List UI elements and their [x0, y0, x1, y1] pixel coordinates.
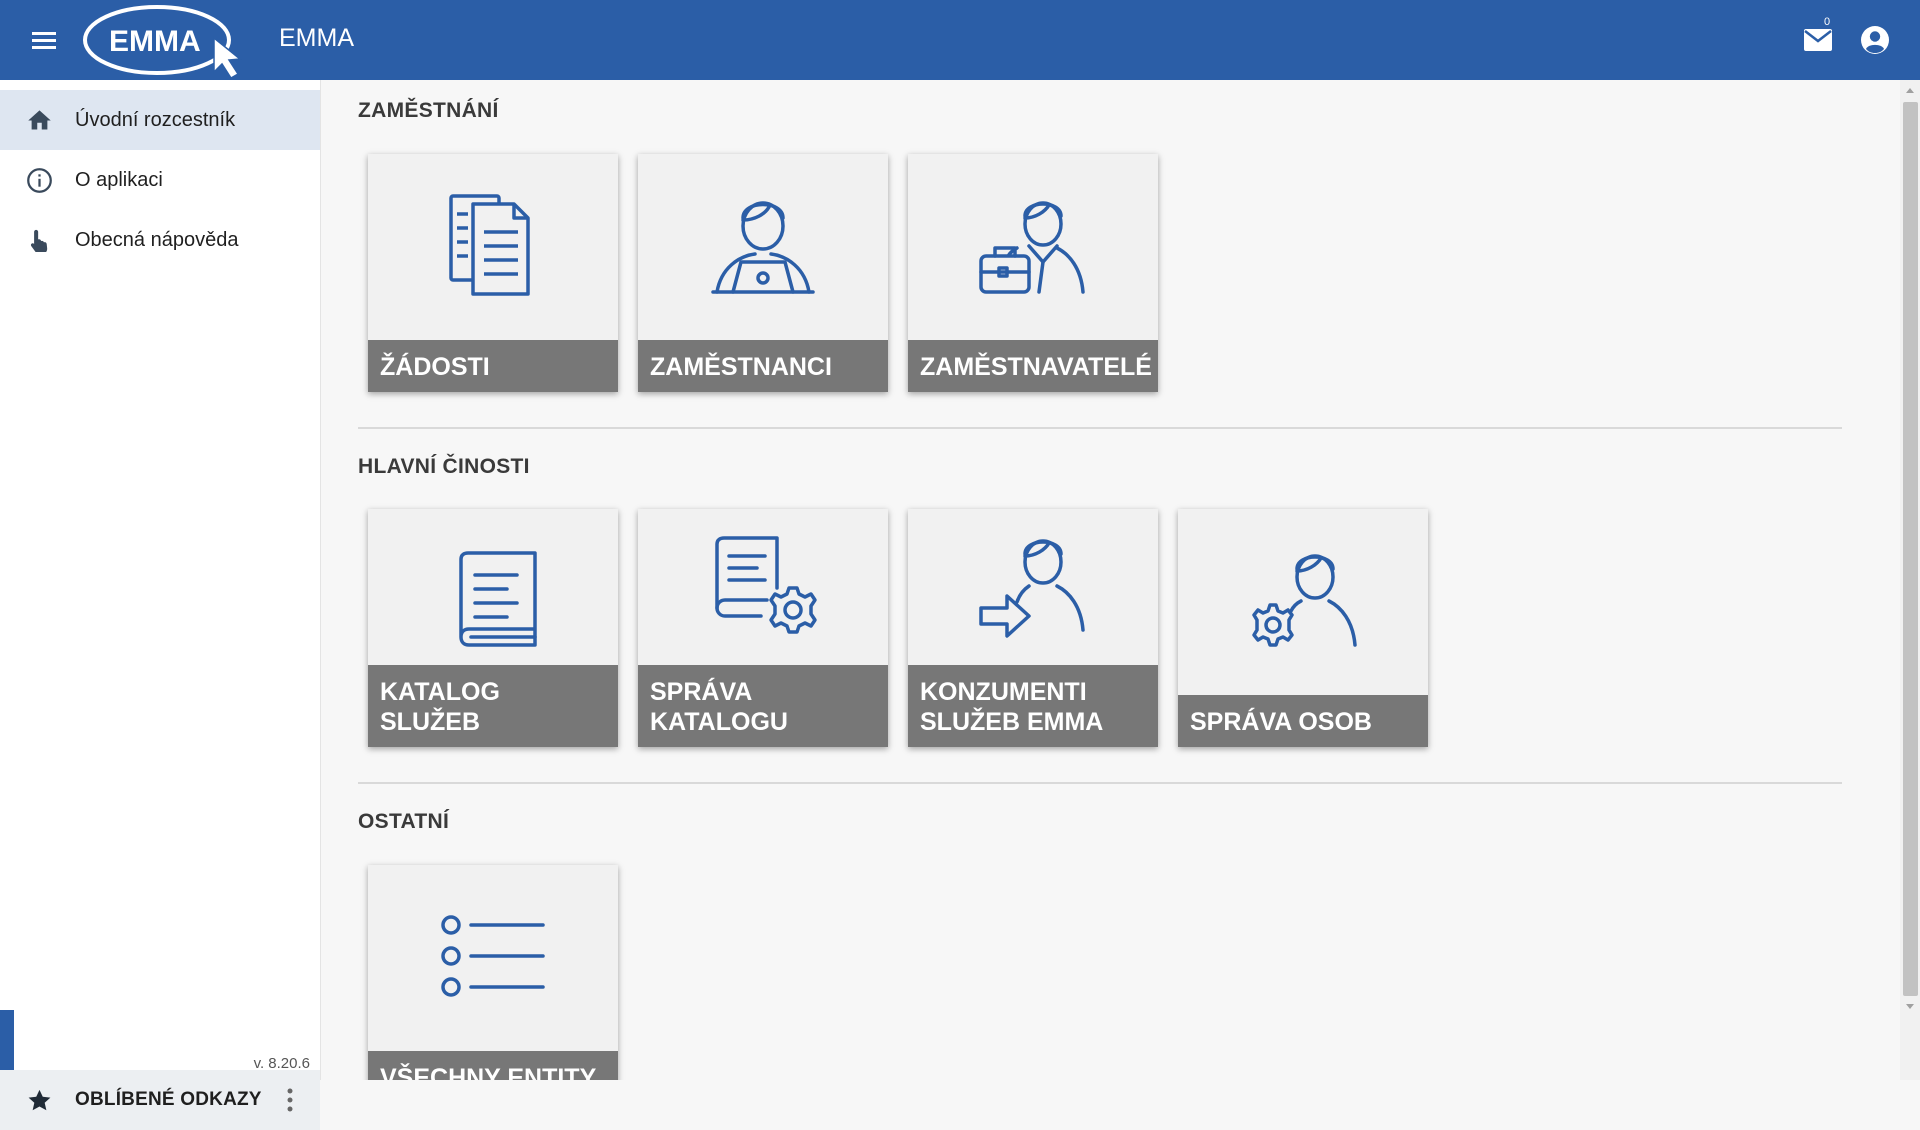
tile-label: SPRÁVA KATALOGU: [638, 665, 888, 747]
scroll-down-arrow-icon[interactable]: [1905, 1003, 1915, 1011]
favorites-bar[interactable]: OBLÍBENÉ ODKAZY: [0, 1070, 320, 1130]
tile-katalog-sluzeb[interactable]: KATALOG SLUŽEB: [368, 509, 618, 747]
sidebar-item-home[interactable]: Úvodní rozcestník: [0, 90, 320, 150]
person-arrow-icon: [908, 509, 1158, 661]
tile-label: ZAMĚSTNANCI: [638, 340, 888, 392]
account-icon[interactable]: [1860, 25, 1890, 55]
tile-zadosti[interactable]: ŽÁDOSTI: [368, 154, 618, 392]
mail-count-badge: 0: [1824, 16, 1831, 28]
touch-hand-icon: [30, 229, 48, 252]
tile-vsechny-entity[interactable]: VŠECHNY ENTITY: [368, 865, 618, 1080]
sidebar-item-label: O aplikaci: [75, 169, 163, 191]
home-icon: [28, 110, 51, 130]
tile-label: KONZUMENTI SLUŽEB EMMA: [908, 665, 1158, 747]
sidebar-item-help[interactable]: Obecná nápověda: [0, 210, 320, 270]
section-title: ZAMĚSTNÁNÍ: [358, 99, 499, 122]
tile-sprava-katalogu[interactable]: SPRÁVA KATALOGU: [638, 509, 888, 747]
sidebar: Úvodní rozcestník O aplikaci Obecná nápo…: [0, 80, 321, 1130]
section-divider: [358, 427, 1842, 429]
section-title: OSTATNÍ: [358, 810, 450, 833]
tile-label: VŠECHNY ENTITY: [368, 1051, 618, 1080]
catalog-settings-icon: [638, 509, 888, 661]
more-vertical-icon[interactable]: [285, 1086, 295, 1114]
section-divider: [358, 782, 1842, 784]
tile-label: KATALOG SLUŽEB: [368, 665, 618, 747]
star-icon: [28, 1089, 51, 1111]
tile-konzumenti-sluzeb[interactable]: KONZUMENTI SLUŽEB EMMA: [908, 509, 1158, 747]
top-app-bar: EMMA EMMA 0: [0, 0, 1920, 80]
scroll-up-arrow-icon[interactable]: [1905, 86, 1915, 94]
info-icon: [27, 168, 52, 193]
logo-text: EMMA: [109, 25, 201, 58]
tile-zamestnavatele[interactable]: ZAMĚSTNAVATELÉ: [908, 154, 1158, 392]
employer-briefcase-icon: [908, 154, 1158, 336]
person-settings-icon: [1178, 509, 1428, 691]
section-title: HLAVNÍ ČINOSTI: [358, 455, 530, 478]
catalog-book-icon: [368, 509, 618, 691]
emma-logo[interactable]: EMMA: [82, 2, 257, 80]
app-title: EMMA: [279, 24, 354, 52]
sidebar-item-label: Úvodní rozcestník: [75, 109, 236, 131]
tile-label: SPRÁVA OSOB: [1178, 695, 1428, 747]
tile-zamestnanci[interactable]: ZAMĚSTNANCI: [638, 154, 888, 392]
employee-laptop-icon: [638, 154, 888, 336]
sidebar-item-about[interactable]: O aplikaci: [0, 150, 320, 210]
tile-label: ZAMĚSTNAVATELÉ: [908, 340, 1158, 392]
tile-sprava-osob[interactable]: SPRÁVA OSOB: [1178, 509, 1428, 747]
documents-icon: [368, 154, 618, 336]
version-label: v. 8.20.6: [253, 1055, 310, 1072]
tile-label: ŽÁDOSTI: [368, 340, 618, 392]
sidebar-item-label: Obecná nápověda: [75, 229, 239, 251]
main-content: ZAMĚSTNÁNÍ ŽÁDOSTI ZAMĚSTNANCI ZAMĚSTNAV…: [321, 80, 1899, 1080]
menu-icon[interactable]: [26, 24, 62, 56]
mail-icon[interactable]: [1803, 27, 1833, 53]
favorites-label: OBLÍBENÉ ODKAZY: [75, 1089, 262, 1110]
list-icon: [368, 865, 618, 1047]
scrollbar-thumb[interactable]: [1903, 102, 1918, 996]
